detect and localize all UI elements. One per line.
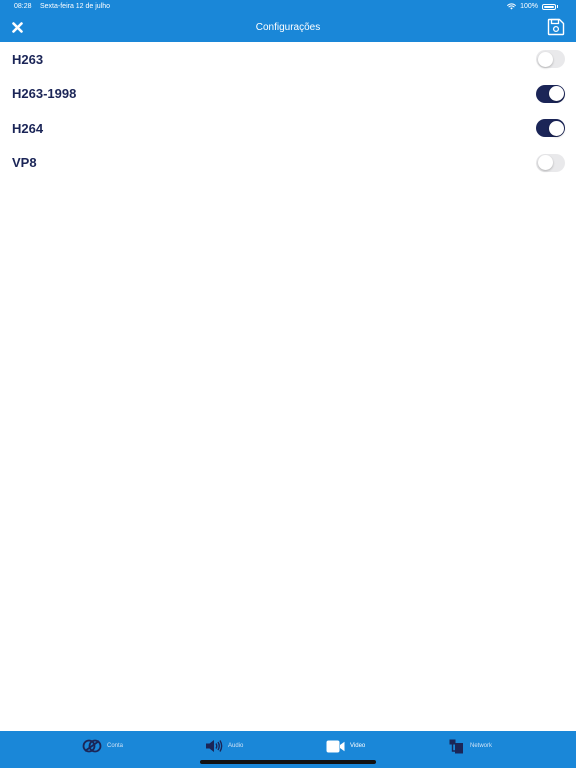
codec-toggle-vp8[interactable] <box>536 153 565 172</box>
status-date: Sexta-feira 12 de julho <box>40 3 111 10</box>
tab-label: Network <box>470 743 493 749</box>
toggle-knob <box>548 86 564 102</box>
codec-label: H263 <box>12 51 44 67</box>
top-bar: 08:28 Sexta-feira 12 de julho 100% Confi… <box>0 0 576 42</box>
page-title: Configurações <box>255 22 321 33</box>
tab-label: Conta <box>107 743 124 749</box>
codec-toggle-h263-1998[interactable] <box>536 84 565 103</box>
tab-video[interactable]: Video <box>326 731 365 761</box>
codec-label: VP8 <box>12 155 37 171</box>
toggle-knob <box>537 155 553 171</box>
speaker-icon <box>206 740 223 752</box>
codec-row-h264: H264 <box>0 111 576 146</box>
battery-percentage: 100% <box>520 3 538 10</box>
codec-list: H263 H263-1998 H264 VP8 <box>0 42 576 180</box>
codec-label: H264 <box>12 120 44 136</box>
save-icon <box>547 18 565 36</box>
video-camera-icon <box>326 740 345 752</box>
tab-audio[interactable]: Audio <box>205 731 243 761</box>
home-indicator <box>200 760 376 764</box>
codec-row-h263: H263 <box>0 42 576 77</box>
toggle-knob <box>537 51 553 67</box>
codec-row-h263-1998: H263-1998 <box>0 77 576 112</box>
codec-toggle-h263[interactable] <box>536 50 565 69</box>
tab-label: Audio <box>228 743 244 749</box>
codec-toggle-h264[interactable] <box>536 119 565 138</box>
status-time: 08:28 <box>14 3 32 10</box>
save-button[interactable] <box>546 17 566 37</box>
status-bar: 08:28 Sexta-feira 12 de julho 100% <box>0 0 576 13</box>
codec-label: H263-1998 <box>12 86 77 102</box>
toggle-knob <box>548 120 564 136</box>
account-icon <box>82 739 102 753</box>
status-right: 100% <box>507 0 558 13</box>
tab-network[interactable]: Network <box>449 731 492 761</box>
network-icon <box>449 739 463 753</box>
codec-row-vp8: VP8 <box>0 146 576 181</box>
navigation-bar: Configurações <box>0 13 576 42</box>
battery-icon <box>542 3 556 10</box>
battery-tip <box>557 5 558 8</box>
wifi-icon <box>507 3 516 10</box>
tab-label: Video <box>350 743 366 749</box>
tab-conta[interactable]: Conta <box>82 731 123 761</box>
